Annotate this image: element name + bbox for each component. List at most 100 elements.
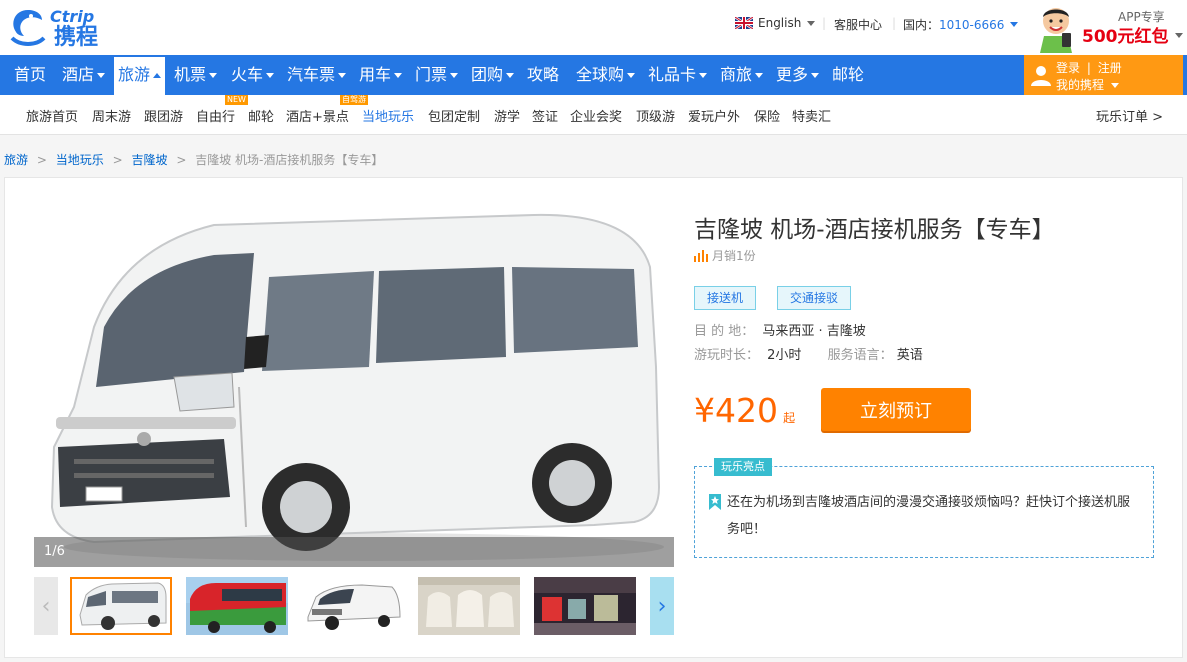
tag-airport-transfer[interactable]: 接送机: [694, 286, 757, 310]
logo-cn: 携程: [54, 24, 98, 48]
main-nav-item[interactable]: 全球购: [576, 55, 636, 95]
orders-link[interactable]: 玩乐订单 >: [1096, 106, 1163, 125]
chevron-right-icon: ›: [657, 593, 667, 619]
app-promo-banner[interactable]: APP专享 500元红包: [1032, 2, 1187, 54]
thumbnail-3[interactable]: [302, 577, 404, 635]
chevron-down-icon: [1110, 83, 1119, 88]
main-nav-item[interactable]: 礼品卡: [648, 55, 708, 95]
main-nav-item[interactable]: 团购: [471, 55, 515, 95]
gallery-prev-button[interactable]: ‹: [34, 577, 58, 635]
destination-row: 目 的 地： 马来西亚 · 吉隆坡: [694, 320, 866, 339]
sub-nav-item[interactable]: 自由行: [196, 106, 235, 125]
sub-nav-item[interactable]: 游学: [494, 106, 520, 125]
sub-nav: NEW 自驾游 玩乐订单 > 旅游首页 周末游 跟团游 自由行 邮轮 酒店+景点 当地玩乐包…: [0, 95, 1187, 135]
sub-nav-item[interactable]: 包团定制: [428, 106, 480, 125]
login-link[interactable]: 登录: [1056, 61, 1080, 75]
main-nav-item[interactable]: 更多: [776, 55, 820, 95]
main-nav-label: 门票: [415, 65, 448, 84]
bookmark-star-icon: [709, 494, 721, 510]
chevron-down-icon: [627, 73, 636, 78]
main-nav-item[interactable]: 邮轮: [832, 55, 864, 95]
mascot-icon: [1040, 8, 1072, 53]
sub-nav-item[interactable]: 企业会奖: [570, 106, 622, 125]
book-now-button[interactable]: 立刻预订: [821, 388, 971, 431]
thumbnail-4[interactable]: [418, 577, 520, 635]
chevron-down-icon: [1175, 33, 1183, 38]
self-drive-badge: 自驾游: [340, 95, 368, 105]
main-nav-item[interactable]: 汽车票: [287, 55, 347, 95]
main-nav-label: 火车: [231, 65, 264, 84]
breadcrumb-link-local[interactable]: 当地玩乐: [56, 153, 104, 167]
interior-thumbnail-icon: [418, 577, 520, 635]
sub-nav-item[interactable]: 顶级游: [636, 106, 675, 125]
main-nav-item[interactable]: 机票: [174, 55, 218, 95]
bar-chart-icon: [694, 249, 708, 262]
price: ¥420 起: [694, 391, 795, 430]
main-nav-item[interactable]: 门票: [415, 55, 459, 95]
chevron-left-icon: ‹: [41, 593, 51, 619]
sub-nav-item[interactable]: 旅游首页: [26, 106, 78, 125]
thumbnail-1[interactable]: [70, 577, 172, 635]
sub-nav-item[interactable]: 酒店+景点: [286, 106, 349, 125]
thumbnail-5[interactable]: [534, 577, 636, 635]
tag-transport[interactable]: 交通接驳: [777, 286, 852, 310]
main-product-image[interactable]: [34, 207, 674, 567]
sub-nav-item[interactable]: 当地玩乐: [362, 106, 414, 125]
language-label: English: [758, 16, 802, 30]
ctrip-logo[interactable]: Ctrip 携程: [6, 2, 126, 48]
monthly-sales-text: 月销1份: [712, 249, 756, 263]
divider: |: [822, 16, 827, 30]
main-nav-label: 邮轮: [832, 65, 865, 84]
chevron-up-icon: [153, 73, 162, 78]
language-value: 英语: [896, 348, 923, 363]
gallery-next-button[interactable]: ›: [650, 577, 674, 635]
main-nav-label: 团购: [471, 65, 504, 84]
sub-nav-item[interactable]: 特卖汇: [792, 106, 831, 125]
phone-number: 1010-6666: [939, 17, 1005, 32]
chevron-down-icon: [338, 73, 347, 78]
chevron-down-icon: [506, 73, 515, 78]
sub-nav-item[interactable]: 签证: [532, 106, 558, 125]
main-nav-item[interactable]: 酒店: [62, 55, 106, 95]
breadcrumb-current: 吉隆坡 机场-酒店接机服务【专车】: [195, 153, 384, 167]
product-title: 吉隆坡 机场-酒店接机服务【专车】: [694, 217, 1055, 243]
breadcrumb-sep: >: [112, 153, 123, 167]
main-nav-item[interactable]: 用车: [359, 55, 403, 95]
service-center-link[interactable]: 客服中心: [834, 16, 882, 33]
main-nav-label: 用车: [359, 65, 392, 84]
breadcrumb-sep: >: [176, 153, 187, 167]
breadcrumb-sep: >: [36, 153, 47, 167]
register-link[interactable]: 注册: [1098, 61, 1122, 75]
sub-nav-item[interactable]: 邮轮: [248, 106, 274, 125]
sub-nav-item[interactable]: 周末游: [92, 106, 131, 125]
chevron-down-icon: [450, 73, 459, 78]
uk-flag-icon: [735, 17, 753, 29]
highlight-text: 还在为机场到吉隆坡酒店间的漫漫交通接驳烦恼吗？赶快订个接送机服务吧！: [727, 495, 1131, 537]
highlight-label: 玩乐亮点: [714, 458, 772, 476]
login-area[interactable]: 登录 | 注册 我的携程: [1024, 55, 1183, 95]
main-nav: 首页 酒店 旅游 机票 火车 汽车票 用车 门票 团购 攻略 全球购 礼品卡 商旅 更多 邮轮: [0, 55, 1187, 95]
chevron-down-icon: [807, 20, 816, 26]
breadcrumb-link-travel[interactable]: 旅游: [4, 153, 28, 167]
chevron-down-icon: [209, 73, 218, 78]
sub-nav-item[interactable]: 爱玩户外: [688, 106, 740, 125]
divider: |: [892, 16, 897, 30]
main-nav-item[interactable]: 火车: [231, 55, 275, 95]
new-badge: NEW: [225, 95, 248, 105]
chevron-down-icon: [811, 73, 820, 78]
app-promo-text: 500元红包: [1082, 27, 1169, 47]
thumbnail-2[interactable]: [186, 577, 288, 635]
chevron-down-icon: [394, 73, 403, 78]
language-selector[interactable]: English: [735, 16, 816, 30]
sub-nav-item[interactable]: 保险: [754, 106, 780, 125]
my-ctrip-label: 我的携程: [1056, 78, 1105, 92]
main-nav-item[interactable]: 首页: [14, 55, 46, 95]
breadcrumb-link-kl[interactable]: 吉隆坡: [131, 153, 167, 167]
main-nav-item[interactable]: 商旅: [720, 55, 764, 95]
main-nav-item[interactable]: 旅游: [114, 55, 166, 95]
my-ctrip-menu[interactable]: 我的携程: [1056, 76, 1119, 93]
main-nav-item[interactable]: 攻略: [527, 55, 559, 95]
destination-label: 目 的 地：: [694, 324, 755, 339]
phone-selector[interactable]: 国内： 1010-6666: [903, 16, 1019, 33]
sub-nav-item[interactable]: 跟团游: [144, 106, 183, 125]
